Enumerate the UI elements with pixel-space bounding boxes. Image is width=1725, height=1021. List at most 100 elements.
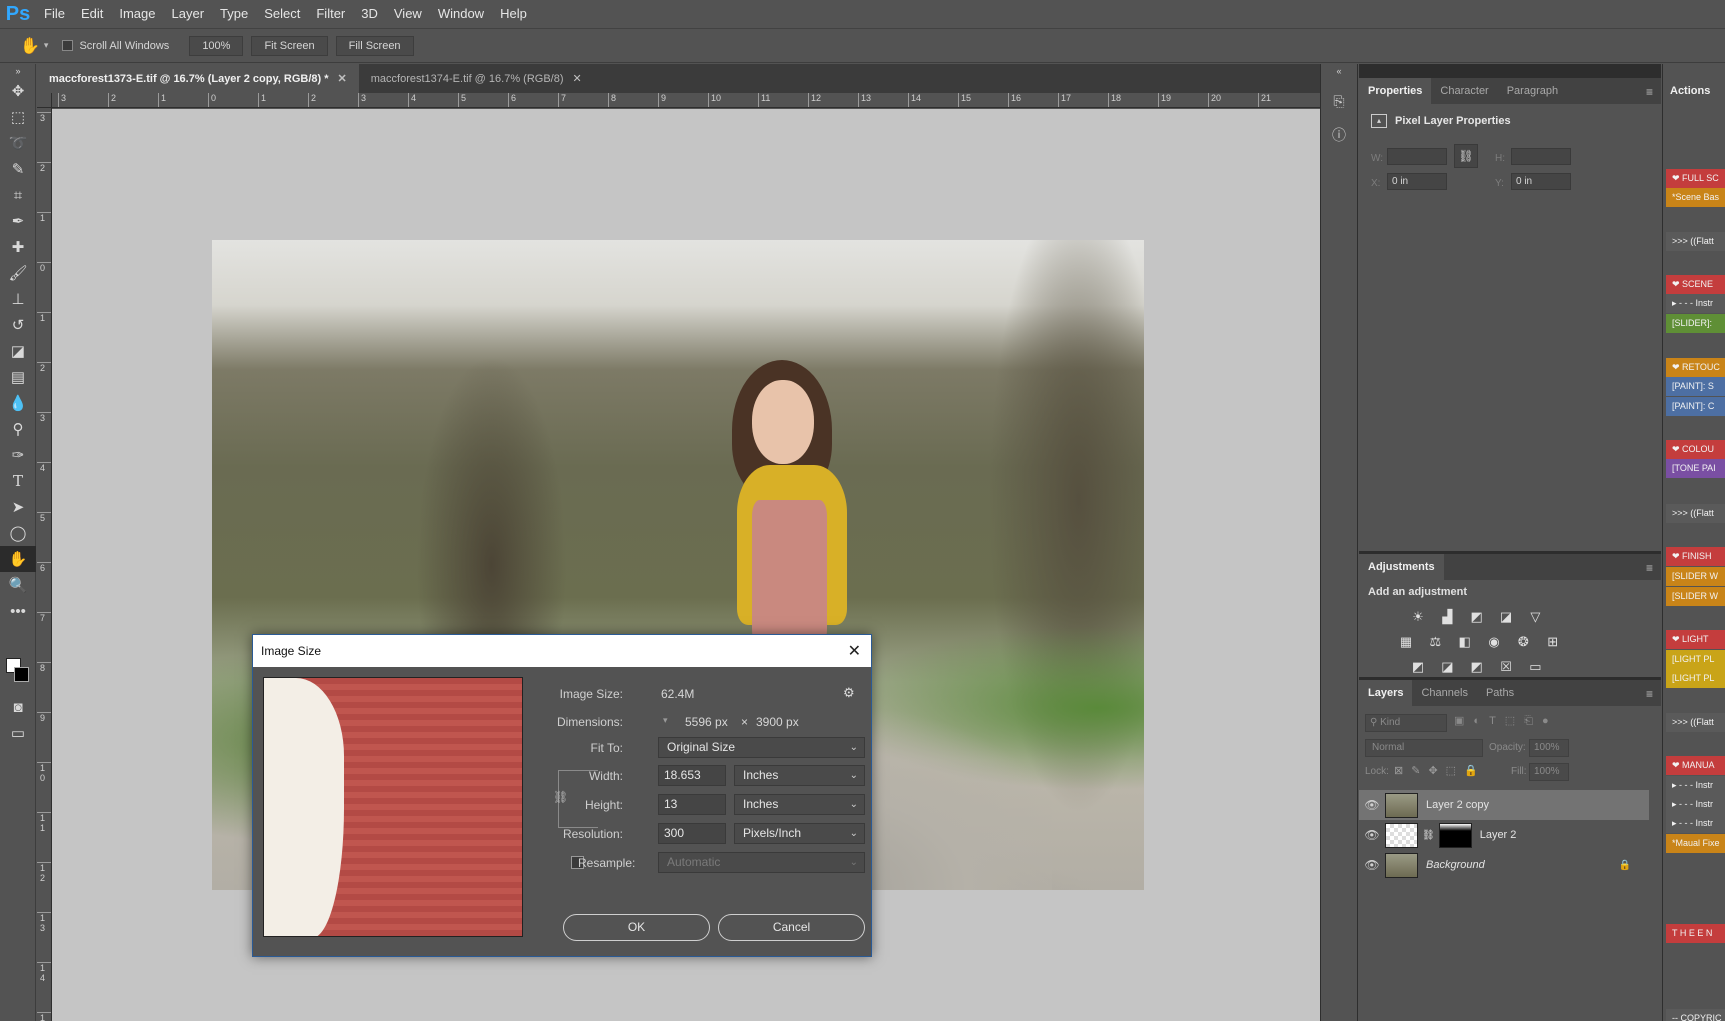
menu-file[interactable]: File bbox=[36, 0, 73, 28]
tab-adjustments[interactable]: Adjustments bbox=[1359, 554, 1444, 580]
visibility-eye-icon[interactable]: 👁 bbox=[1359, 798, 1385, 812]
layer-row[interactable]: 👁 Layer 2 copy bbox=[1359, 790, 1649, 820]
type-tool-icon[interactable]: T bbox=[0, 468, 36, 494]
menu-window[interactable]: Window bbox=[430, 0, 492, 28]
invert-icon[interactable]: ◩ bbox=[1407, 656, 1429, 678]
menu-filter[interactable]: Filter bbox=[308, 0, 353, 28]
width-unit-select[interactable]: Inches ⌄ bbox=[734, 765, 865, 786]
fit-screen-button[interactable]: Fit Screen bbox=[251, 35, 328, 56]
pixel-filter-icon[interactable]: ▣ bbox=[1454, 715, 1473, 727]
more-tools-icon[interactable]: ••• bbox=[0, 598, 36, 624]
height-input[interactable]: 13 bbox=[658, 794, 726, 815]
blur-tool-icon[interactable]: 💧 bbox=[0, 390, 36, 416]
tab-properties[interactable]: Properties bbox=[1359, 78, 1432, 104]
filter-toggle-icon[interactable]: ● bbox=[1542, 715, 1558, 727]
healing-brush-tool-icon[interactable]: ✚ bbox=[0, 234, 36, 260]
close-icon[interactable]: ✕ bbox=[573, 72, 582, 85]
panel-menu-icon[interactable]: ≡ bbox=[1646, 561, 1653, 575]
fill-field[interactable]: 100% bbox=[1529, 763, 1569, 781]
blend-mode-select[interactable]: Normal bbox=[1365, 739, 1483, 757]
layer-filter-kind[interactable]: ⚲ Kind bbox=[1365, 714, 1447, 732]
chevron-down-icon[interactable]: ▾ bbox=[44, 40, 49, 51]
gradient-tool-icon[interactable]: ▤ bbox=[0, 364, 36, 390]
tab-paragraph[interactable]: Paragraph bbox=[1498, 78, 1567, 104]
lock-transparency-icon[interactable]: ⊠ bbox=[1394, 765, 1411, 777]
menu-help[interactable]: Help bbox=[492, 0, 535, 28]
horizontal-ruler[interactable]: 3 2 1 0 1 2 3 4 5 6 7 8 9 10 11 12 13 14 15 16 17 18 19 20 21 bbox=[52, 93, 1320, 108]
menu-type[interactable]: Type bbox=[212, 0, 256, 28]
height-unit-select[interactable]: Inches ⌄ bbox=[734, 794, 865, 815]
history-icon[interactable]: ⎘ bbox=[1321, 84, 1357, 118]
visibility-eye-icon[interactable]: 👁 bbox=[1359, 828, 1385, 842]
tab-layers[interactable]: Layers bbox=[1359, 680, 1413, 706]
link-dimensions-icon[interactable]: ⛓ bbox=[1454, 144, 1478, 168]
levels-icon[interactable]: ▟ bbox=[1436, 606, 1458, 628]
brightness-contrast-icon[interactable]: ☀ bbox=[1407, 606, 1429, 628]
vibrance-icon[interactable]: ▽ bbox=[1524, 606, 1546, 628]
photo-filter-icon[interactable]: ◉ bbox=[1483, 631, 1505, 653]
action-item[interactable]: -- COPYRIC bbox=[1666, 1009, 1725, 1021]
close-icon[interactable]: ✕ bbox=[338, 72, 347, 85]
menu-edit[interactable]: Edit bbox=[73, 0, 111, 28]
eyedropper-tool-icon[interactable]: ✒ bbox=[0, 208, 36, 234]
menu-view[interactable]: View bbox=[386, 0, 430, 28]
width-field[interactable] bbox=[1387, 148, 1447, 165]
tab-actions[interactable]: Actions bbox=[1663, 78, 1725, 104]
clone-stamp-tool-icon[interactable]: ⊥ bbox=[0, 286, 36, 312]
action-item[interactable]: [PAINT]: C bbox=[1666, 397, 1725, 416]
pen-tool-icon[interactable]: ✑ bbox=[0, 442, 36, 468]
document-tab[interactable]: maccforest1374-E.tif @ 16.7% (RGB/8) ✕ bbox=[359, 64, 594, 93]
collapse-arrows-icon[interactable]: « bbox=[1321, 64, 1357, 78]
action-item[interactable]: T H E E N bbox=[1666, 924, 1725, 943]
height-field[interactable] bbox=[1511, 148, 1571, 165]
threshold-icon[interactable]: ◩ bbox=[1466, 656, 1488, 678]
action-item[interactable]: ▸ - - - Instr bbox=[1666, 294, 1725, 313]
curves-icon[interactable]: ◩ bbox=[1466, 606, 1488, 628]
action-item[interactable]: ❤ RETOUC bbox=[1666, 358, 1725, 377]
lock-all-icon[interactable]: 🔒 bbox=[1464, 765, 1486, 777]
marquee-tool-icon[interactable]: ⬚ bbox=[0, 104, 36, 130]
ellipse-tool-icon[interactable]: ◯ bbox=[0, 520, 36, 546]
chain-link-icon[interactable]: ⛓ bbox=[1422, 830, 1435, 841]
opacity-field[interactable]: 100% bbox=[1529, 739, 1569, 757]
posterize-icon[interactable]: ◪ bbox=[1436, 656, 1458, 678]
shape-filter-icon[interactable]: ⬚ bbox=[1505, 715, 1524, 727]
y-field[interactable]: 0 in bbox=[1511, 173, 1571, 190]
hue-saturation-icon[interactable]: ▦ bbox=[1395, 631, 1417, 653]
quick-mask-icon[interactable]: ◙ bbox=[0, 694, 36, 720]
black-white-icon[interactable]: ◧ bbox=[1454, 631, 1476, 653]
smart-object-filter-icon[interactable]: ⎗ bbox=[1524, 715, 1542, 727]
dodge-tool-icon[interactable]: ⚲ bbox=[0, 416, 36, 442]
action-item[interactable]: >>> ((Flatt bbox=[1666, 713, 1725, 732]
ruler-origin[interactable] bbox=[37, 93, 52, 108]
action-item[interactable]: ▸ - - - Instr bbox=[1666, 814, 1725, 833]
info-icon[interactable]: ⓘ bbox=[1321, 118, 1357, 152]
hand-tool-preset-icon[interactable]: ✋ bbox=[20, 36, 40, 56]
menu-layer[interactable]: Layer bbox=[164, 0, 213, 28]
resolution-input[interactable]: 300 bbox=[658, 823, 726, 844]
dimensions-unit-chevron-icon[interactable]: ▾ bbox=[663, 715, 668, 726]
fill-screen-button[interactable]: Fill Screen bbox=[335, 35, 414, 56]
gradient-map-icon[interactable]: ▭ bbox=[1524, 656, 1546, 678]
action-item[interactable]: ▸ - - - Instr bbox=[1666, 776, 1725, 795]
path-selection-tool-icon[interactable]: ➤ bbox=[0, 494, 36, 520]
action-item[interactable]: >>> ((Flatt bbox=[1666, 232, 1725, 251]
move-tool-icon[interactable]: ✥ bbox=[0, 78, 36, 104]
lock-pixels-icon[interactable]: ✎ bbox=[1411, 765, 1428, 777]
background-color-swatch[interactable] bbox=[14, 667, 29, 682]
layer-mask-thumbnail[interactable] bbox=[1438, 822, 1472, 848]
action-item[interactable]: >>> ((Flatt bbox=[1666, 504, 1725, 523]
panel-menu-icon[interactable]: ≡ bbox=[1646, 85, 1653, 99]
zoom-100-button[interactable]: 100% bbox=[189, 35, 244, 56]
lock-artboard-icon[interactable]: ⬚ bbox=[1446, 765, 1464, 777]
action-item[interactable]: *Maual Fixe bbox=[1666, 834, 1725, 853]
tab-channels[interactable]: Channels bbox=[1412, 680, 1476, 706]
type-filter-icon[interactable]: T bbox=[1489, 715, 1505, 727]
color-lookup-icon[interactable]: ⊞ bbox=[1542, 631, 1564, 653]
action-item[interactable]: ❤ LIGHT bbox=[1666, 630, 1725, 649]
panel-menu-icon[interactable]: ≡ bbox=[1646, 687, 1653, 701]
action-item[interactable]: ❤ FULL SC bbox=[1666, 169, 1725, 188]
visibility-eye-icon[interactable]: 👁 bbox=[1359, 858, 1385, 872]
action-item[interactable]: [SLIDER]: bbox=[1666, 314, 1725, 333]
lock-position-icon[interactable]: ✥ bbox=[1428, 765, 1445, 777]
